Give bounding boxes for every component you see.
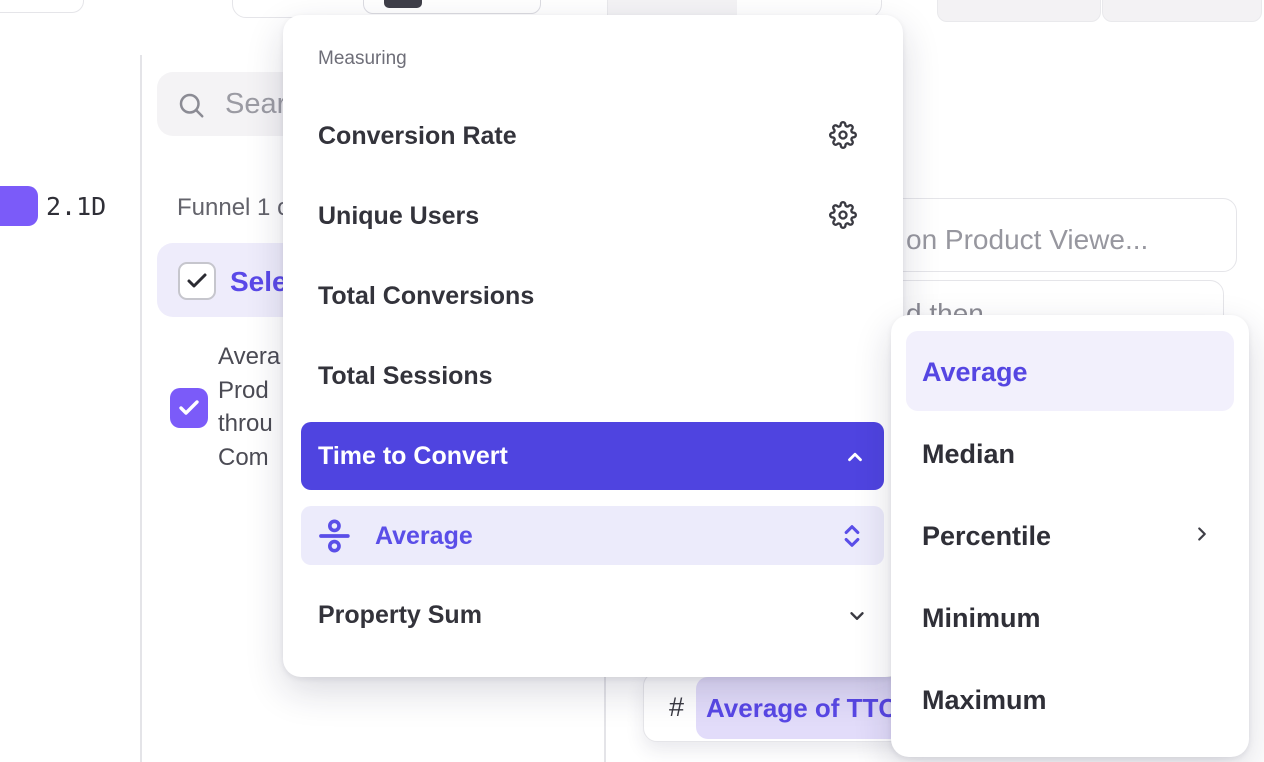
- toolbar-gray-segment: [607, 0, 737, 16]
- measuring-menu-header: Measuring: [318, 48, 407, 70]
- menu-item-property-sum[interactable]: Property Sum: [283, 595, 903, 645]
- top-right-tab-1[interactable]: [937, 0, 1101, 22]
- number-type-prefix: #: [669, 692, 684, 723]
- menu-item-label: Unique Users: [318, 202, 479, 231]
- menu-item-label: Time to Convert: [318, 442, 508, 471]
- measuring-dropdown-menu: Measuring Conversion Rate Unique Users T…: [283, 15, 903, 677]
- metric-chip-label: 2.1D: [46, 192, 106, 221]
- checkmark-icon: [177, 396, 201, 420]
- submenu-item-maximum[interactable]: Maximum: [891, 685, 1249, 731]
- metric-description-line: Avera: [218, 340, 280, 374]
- series-color-swatch: [0, 186, 38, 226]
- average-of-ttc-label: Average of TTC: [706, 693, 897, 724]
- toolbar-active-segment[interactable]: [384, 0, 422, 8]
- menu-item-label: Total Conversions: [318, 282, 534, 311]
- top-left-card-fragment: [0, 0, 84, 13]
- submenu-item-label: Minimum: [922, 603, 1041, 634]
- menu-item-total-conversions[interactable]: Total Conversions: [283, 282, 903, 342]
- average-of-ttc-button[interactable]: Average of TTC: [696, 677, 918, 739]
- submenu-item-label: Percentile: [922, 521, 1051, 552]
- menu-item-time-to-convert-selected[interactable]: Time to Convert: [301, 422, 884, 490]
- submenu-item-label: Average: [922, 357, 1028, 388]
- metric-checkbox-checked[interactable]: [170, 388, 208, 428]
- menu-item-conversion-rate[interactable]: Conversion Rate: [283, 122, 903, 182]
- chevron-down-icon: [846, 605, 868, 627]
- metric-description-line: Com: [218, 441, 280, 475]
- menu-item-total-sessions[interactable]: Total Sessions: [283, 362, 903, 422]
- submenu-item-average-selected[interactable]: Average: [906, 331, 1234, 411]
- menu-subitem-average[interactable]: Average: [301, 506, 884, 565]
- submenu-item-percentile[interactable]: Percentile: [891, 521, 1249, 567]
- chevron-up-icon: [844, 446, 866, 468]
- gear-icon[interactable]: [829, 121, 857, 149]
- menu-item-unique-users[interactable]: Unique Users: [283, 202, 903, 262]
- step-checkbox-checked[interactable]: [178, 262, 216, 300]
- menu-subitem-label: Average: [375, 522, 473, 551]
- checkmark-icon: [185, 269, 209, 293]
- submenu-item-median[interactable]: Median: [891, 439, 1249, 485]
- funnel-step-event-label: on Product Viewe...: [906, 224, 1148, 256]
- metric-description-line: Prod: [218, 374, 280, 408]
- menu-item-label: Conversion Rate: [318, 122, 517, 151]
- chevron-right-icon: [1191, 523, 1213, 545]
- menu-item-label: Total Sessions: [318, 362, 493, 391]
- submenu-item-minimum[interactable]: Minimum: [891, 603, 1249, 649]
- metric-description-text: Avera Prod throu Com: [218, 340, 280, 474]
- submenu-item-label: Median: [922, 439, 1015, 470]
- top-right-tab-2[interactable]: [1102, 0, 1262, 22]
- metric-description-line: throu: [218, 407, 280, 441]
- submenu-item-label: Maximum: [922, 685, 1047, 716]
- app-canvas: 2.1D Funnel 1 of Selec Avera Prod throu …: [0, 0, 1264, 762]
- search-icon: [176, 90, 206, 120]
- gear-icon[interactable]: [829, 201, 857, 229]
- aggregation-dropdown-menu: Average Median Percentile Minimum Maximu…: [891, 315, 1249, 757]
- menu-item-label: Property Sum: [318, 601, 482, 630]
- measurement-value-card: # Average of TTC: [643, 672, 920, 742]
- up-down-chevrons-icon: [842, 522, 862, 550]
- left-column-divider: [140, 55, 142, 762]
- divide-average-icon: [317, 517, 355, 555]
- funnel-counter-label: Funnel 1 of: [177, 194, 297, 222]
